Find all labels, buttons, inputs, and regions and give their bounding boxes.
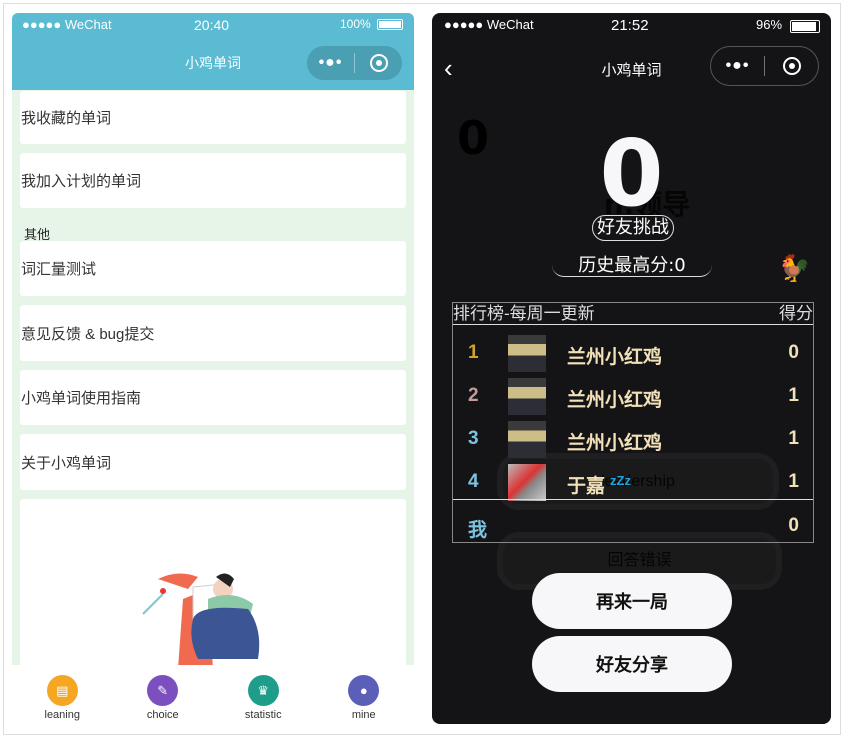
tab-choice[interactable]: ✎ choice [113,665,214,722]
avatar [508,421,546,458]
tab-label: choice [146,709,179,721]
tab-bar: ▤ leaning ✎ choice ♛ statistic ● mine [12,665,414,722]
avatar [508,464,546,501]
carrier: ●●●●● WeChat [444,17,534,32]
leaderboard: 排行榜-每周一更新 得分 1 兰州小红鸡 0 2 兰州小红鸡 1 3 兰州小红鸡… [452,302,814,543]
menu-item-vocab-test[interactable]: 词汇量测试 [20,241,406,296]
leaderboard-title: 排行榜-每周一更新 [453,304,595,323]
word-menu-screen: ●●●●● WeChat 20:40 100% 小鸡单词 •●• 我收藏的单词 … [12,13,414,722]
capsule-menu: •●• [710,46,819,86]
leaderboard-row: 4 于嘉 zZz 1 [453,461,813,504]
tab-leaning[interactable]: ▤ leaning [12,665,113,722]
player-name: 兰州小红鸡 [567,390,663,411]
tab-label: mine [351,709,376,721]
player-name: 于嘉 [567,476,606,497]
illustration-card [20,499,406,669]
player-score: 0 [788,515,799,536]
rank: 1 [468,342,479,363]
couple-illustration [142,573,260,669]
menu-item-favorites[interactable]: 我收藏的单词 [20,91,406,144]
menu-item-about[interactable]: 关于小鸡单词 [20,434,406,490]
tab-statistic[interactable]: ♛ statistic [213,665,314,722]
battery-percent: 96% [756,17,783,32]
carrier: ●●●●● WeChat [22,17,112,32]
close-miniprogram-button[interactable] [765,57,818,75]
battery-icon [377,19,403,30]
player-name: 兰州小红鸡 [567,347,663,368]
avatar [508,335,546,372]
result-screen: ●●●●● WeChat 21:52 96% ‹ 小鸡单词 •●• 0 n.领导… [432,13,831,724]
share-button[interactable]: 好友分享 [532,636,732,692]
rank: 4 [468,471,479,492]
notepad-icon: ▤ [46,675,78,706]
player-name: 兰州小红鸡 [567,433,663,454]
rooster-icon: 🐓 [778,253,811,283]
header: ●●●●● WeChat 20:40 100% 小鸡单词 •●• [12,13,414,90]
player-score: 1 [788,385,799,406]
leaderboard-row: 2 兰州小红鸡 1 [453,375,813,418]
target-icon [782,57,801,75]
player-score: 1 [788,428,799,449]
replay-button[interactable]: 再来一局 [532,573,732,629]
divider [453,499,813,500]
avatar [508,378,546,415]
tab-label: leaning [44,709,80,721]
my-rank-row: 我 0 [453,505,813,548]
menu-item-guide[interactable]: 小鸡单词使用指南 [20,370,406,425]
battery-percent: 100% [340,17,371,31]
leaderboard-header: 排行榜-每周一更新 得分 [453,303,813,325]
edit-icon: ✎ [147,675,179,706]
clock: 21:52 [611,17,649,34]
player-score: 1 [788,471,799,492]
battery-icon [790,20,820,33]
clock: 20:40 [194,17,230,33]
rank: 3 [468,428,479,449]
menu-item-feedback[interactable]: 意见反馈 & bug提交 [20,305,406,361]
target-icon [369,54,388,72]
menu-item-plan-words[interactable]: 我加入计划的单词 [20,153,406,208]
tab-mine[interactable]: ● mine [314,665,415,722]
close-miniprogram-button[interactable] [355,54,402,72]
rank: 2 [468,385,479,406]
more-button[interactable]: •●• [711,57,764,75]
leaderboard-row: 3 兰州小红鸡 1 [453,418,813,461]
score-header: 得分 [779,304,813,323]
user-icon: ● [348,675,380,706]
player-score: 0 [788,342,799,363]
trophy-icon: ♛ [247,675,279,706]
current-score: 0 [599,120,664,227]
more-button[interactable]: •●• [307,54,354,72]
leaderboard-row: 1 兰州小红鸡 0 [453,332,813,375]
capsule-menu: •●• [307,46,402,80]
tab-label: statistic [244,709,282,721]
rank: 我 [468,520,488,541]
sleep-badge: zZz [610,473,631,488]
friend-challenge-button[interactable]: 好友挑战 [592,215,674,241]
best-score: 历史最高分:0 [552,255,712,277]
